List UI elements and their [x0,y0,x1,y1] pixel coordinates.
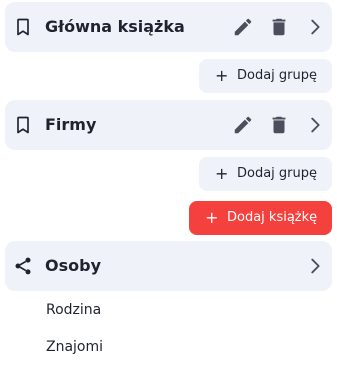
shared-book-card-osoby[interactable]: Osoby [5,241,332,291]
chevron-right-icon[interactable] [304,114,326,136]
group-item-rodzina[interactable]: Rodzina [46,298,101,322]
book-title: Firmy [45,115,97,134]
bookmark-icon [13,17,33,37]
book-card-glowna[interactable]: Główna książka [5,2,332,52]
edit-icon[interactable] [232,16,254,38]
edit-icon[interactable] [232,114,254,136]
chevron-right-icon[interactable] [304,16,326,38]
bookmark-icon [13,115,33,135]
book-card-firmy[interactable]: Firmy [5,100,332,150]
add-group-button[interactable]: + Dodaj grupę [199,157,332,191]
add-group-button[interactable]: + Dodaj grupę [199,59,332,93]
plus-icon: + [215,164,229,183]
plus-icon: + [215,66,229,85]
group-item-znajomi[interactable]: Znajomi [46,335,103,359]
share-icon [13,256,33,276]
trash-icon[interactable] [268,114,290,136]
book-title: Osoby [45,256,101,275]
plus-icon: + [205,208,219,227]
trash-icon[interactable] [268,16,290,38]
chevron-right-icon[interactable] [304,255,326,277]
add-book-button[interactable]: + Dodaj książkę [189,201,332,235]
book-title: Główna książka [45,17,185,36]
